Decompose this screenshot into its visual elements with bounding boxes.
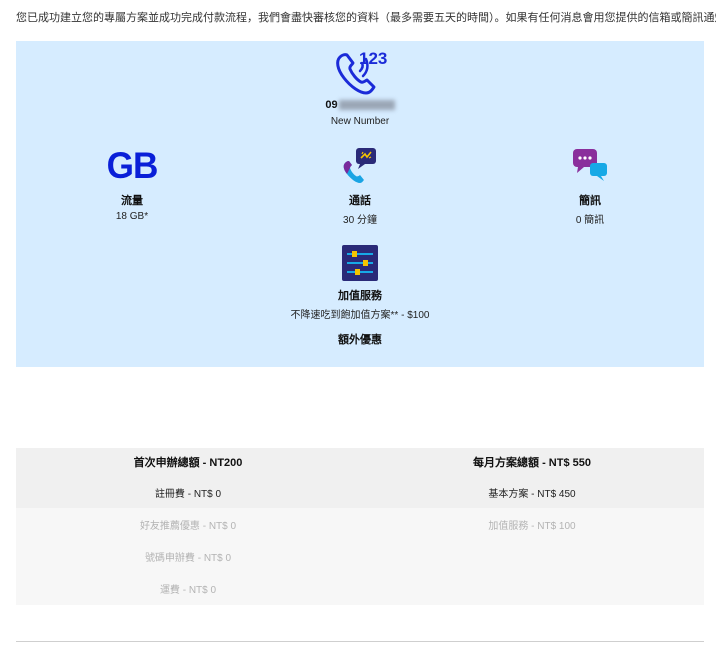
feature-data: GB 流量 18 GB* xyxy=(52,145,212,223)
sms-title: 簡訊 xyxy=(579,195,601,207)
monthly-total-heading: 每月方案總額 - NT$ 550 xyxy=(473,457,591,469)
redacted-number xyxy=(338,100,395,111)
data-value: 18 GB* xyxy=(115,211,149,222)
confirmation-message: 您已成功建立您的專屬方案並成功完成付款流程，我們會盡快審核您的資料（最多需要五天… xyxy=(16,12,716,24)
extra-offers-title: 額外優惠 xyxy=(338,334,382,346)
fee-row: 好友推薦優惠 - NT$ 0 xyxy=(139,521,237,532)
fee-row: 基本方案 - NT$ 450 xyxy=(488,489,576,500)
divider xyxy=(16,641,704,642)
initial-cost-column: 首次申辦總額 - NT200 註冊費 - NT$ 0 好友推薦優惠 - NT$ … xyxy=(16,448,360,608)
monthly-cost-column: 每月方案總額 - NT$ 550 基本方案 - NT$ 450 加值服務 - N… xyxy=(360,448,704,544)
chat-bubbles-icon xyxy=(573,149,607,181)
sliders-icon xyxy=(342,245,378,281)
sms-value: 0 簡訊 xyxy=(575,215,605,226)
number-label: New Number xyxy=(330,116,390,127)
fee-row: 號碼申辦費 - NT$ 0 xyxy=(144,553,232,564)
data-title: 流量 xyxy=(121,195,143,207)
cost-summary: 首次申辦總額 - NT200 註冊費 - NT$ 0 好友推薦優惠 - NT$ … xyxy=(16,448,704,605)
call-value: 30 分鐘 xyxy=(343,215,377,226)
feature-sms: 簡訊 0 簡訊 xyxy=(510,146,670,226)
feature-call: 通話 30 分鐘 xyxy=(280,146,440,226)
phone-123-icon: 123 xyxy=(336,49,387,95)
fee-row: 運費 - NT$ 0 xyxy=(159,585,217,596)
fee-row: 加值服務 - NT$ 100 xyxy=(488,521,576,532)
gb-icon: GB xyxy=(106,145,159,186)
initial-total-heading: 首次申辦總額 - NT200 xyxy=(133,457,243,469)
phone-number-block: 123 09 New Number xyxy=(16,47,704,127)
phone-number: 09 xyxy=(16,99,704,111)
fee-row: 註冊費 - NT$ 0 xyxy=(154,489,222,500)
svg-text:123: 123 xyxy=(359,49,387,68)
addon-value: 不降速吃到飽加值方案** - $100 xyxy=(290,310,430,321)
call-title: 通話 xyxy=(349,195,371,207)
feature-addon: 加值服務 不降速吃到飽加值方案** - $100 xyxy=(280,241,440,321)
phone-chat-icon xyxy=(343,148,376,183)
addon-title: 加值服務 xyxy=(338,290,382,302)
plan-summary-panel: 123 09 New Number GB 流量 18 GB* 通話 30 分鐘 xyxy=(16,41,704,367)
